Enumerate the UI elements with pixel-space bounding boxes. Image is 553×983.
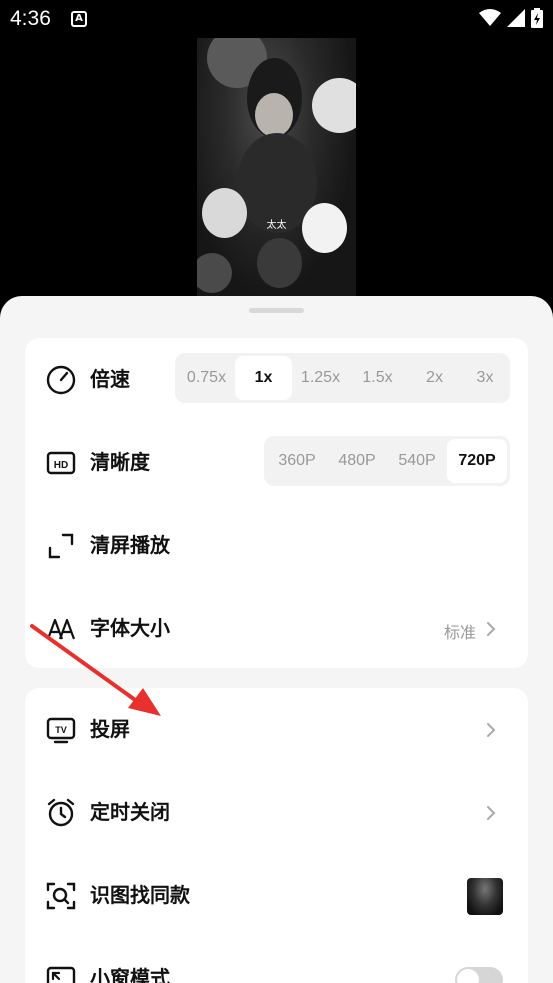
quality-option[interactable]: 480P [327, 439, 387, 483]
cast-row[interactable]: TV 投屏 [25, 688, 528, 771]
speed-option[interactable]: 1.5x [349, 356, 406, 400]
settings-sheet: 倍速 0.75x 1x 1.25x 1.5x 2x 3x HD 清晰度 360P… [0, 296, 553, 983]
speed-row: 倍速 0.75x 1x 1.25x 1.5x 2x 3x [25, 338, 528, 421]
timer-label: 定时关闭 [90, 800, 170, 824]
svg-text:HD: HD [54, 460, 68, 471]
video-subtitle: 太太 [266, 220, 287, 231]
chevron-right-icon [487, 723, 496, 737]
alarm-clock-icon [47, 798, 75, 827]
quality-row: HD 清晰度 360P 480P 540P 720P [25, 421, 528, 504]
image-search-thumbnail[interactable] [467, 878, 503, 915]
status-icons [479, 8, 543, 28]
speed-option[interactable]: 1.25x [292, 356, 349, 400]
font-size-icon [46, 618, 76, 640]
speed-option-selected[interactable]: 1x [235, 356, 292, 400]
mini-window-toggle[interactable] [455, 967, 503, 983]
font-size-row[interactable]: 字体大小 标准 [25, 587, 528, 670]
font-size-label: 字体大小 [90, 616, 170, 640]
cast-label: 投屏 [90, 717, 130, 741]
speed-label: 倍速 [90, 367, 130, 391]
clear-screen-row[interactable]: 清屏播放 [25, 504, 528, 587]
speed-gauge-icon [46, 365, 76, 395]
quality-option[interactable]: 360P [267, 439, 327, 483]
quality-label: 清晰度 [90, 450, 150, 474]
mini-window-icon [46, 966, 76, 983]
scan-image-icon [46, 882, 76, 910]
wifi-icon [479, 9, 501, 26]
mini-window-label: 小窗模式 [90, 966, 170, 983]
notification-a-icon: A [71, 11, 87, 27]
speed-option[interactable]: 0.75x [178, 356, 235, 400]
quality-option[interactable]: 540P [387, 439, 447, 483]
svg-text:TV: TV [55, 725, 67, 735]
signal-icon [507, 9, 525, 27]
chevron-right-icon [487, 622, 496, 636]
battery-icon [531, 8, 543, 28]
video-player[interactable]: 太太 [197, 38, 356, 300]
playback-settings-card: 倍速 0.75x 1x 1.25x 1.5x 2x 3x HD 清晰度 360P… [25, 338, 528, 668]
font-size-value: 标准 [443, 623, 476, 642]
speed-option[interactable]: 3x [463, 356, 507, 400]
clear-screen-label: 清屏播放 [90, 533, 170, 557]
status-time: 4:36 [10, 7, 51, 30]
mini-window-row: 小窗模式 [25, 937, 528, 983]
chevron-right-icon [487, 806, 496, 820]
timer-row[interactable]: 定时关闭 [25, 771, 528, 854]
fullscreen-corners-icon [48, 533, 74, 559]
toggle-knob [457, 969, 479, 983]
speed-selector: 0.75x 1x 1.25x 1.5x 2x 3x [175, 353, 510, 403]
image-search-label: 识图找同款 [90, 883, 190, 907]
status-bar: 4:36 A [0, 0, 553, 38]
sheet-drag-handle[interactable] [249, 308, 304, 313]
tv-cast-icon: TV [46, 717, 76, 744]
more-options-card: TV 投屏 定时关闭 识图找同款 小窗模式 [25, 688, 528, 983]
quality-option-selected[interactable]: 720P [447, 439, 507, 483]
hd-icon: HD [46, 451, 76, 475]
image-search-row[interactable]: 识图找同款 [25, 854, 528, 937]
speed-option[interactable]: 2x [406, 356, 463, 400]
quality-selector: 360P 480P 540P 720P [264, 436, 510, 486]
